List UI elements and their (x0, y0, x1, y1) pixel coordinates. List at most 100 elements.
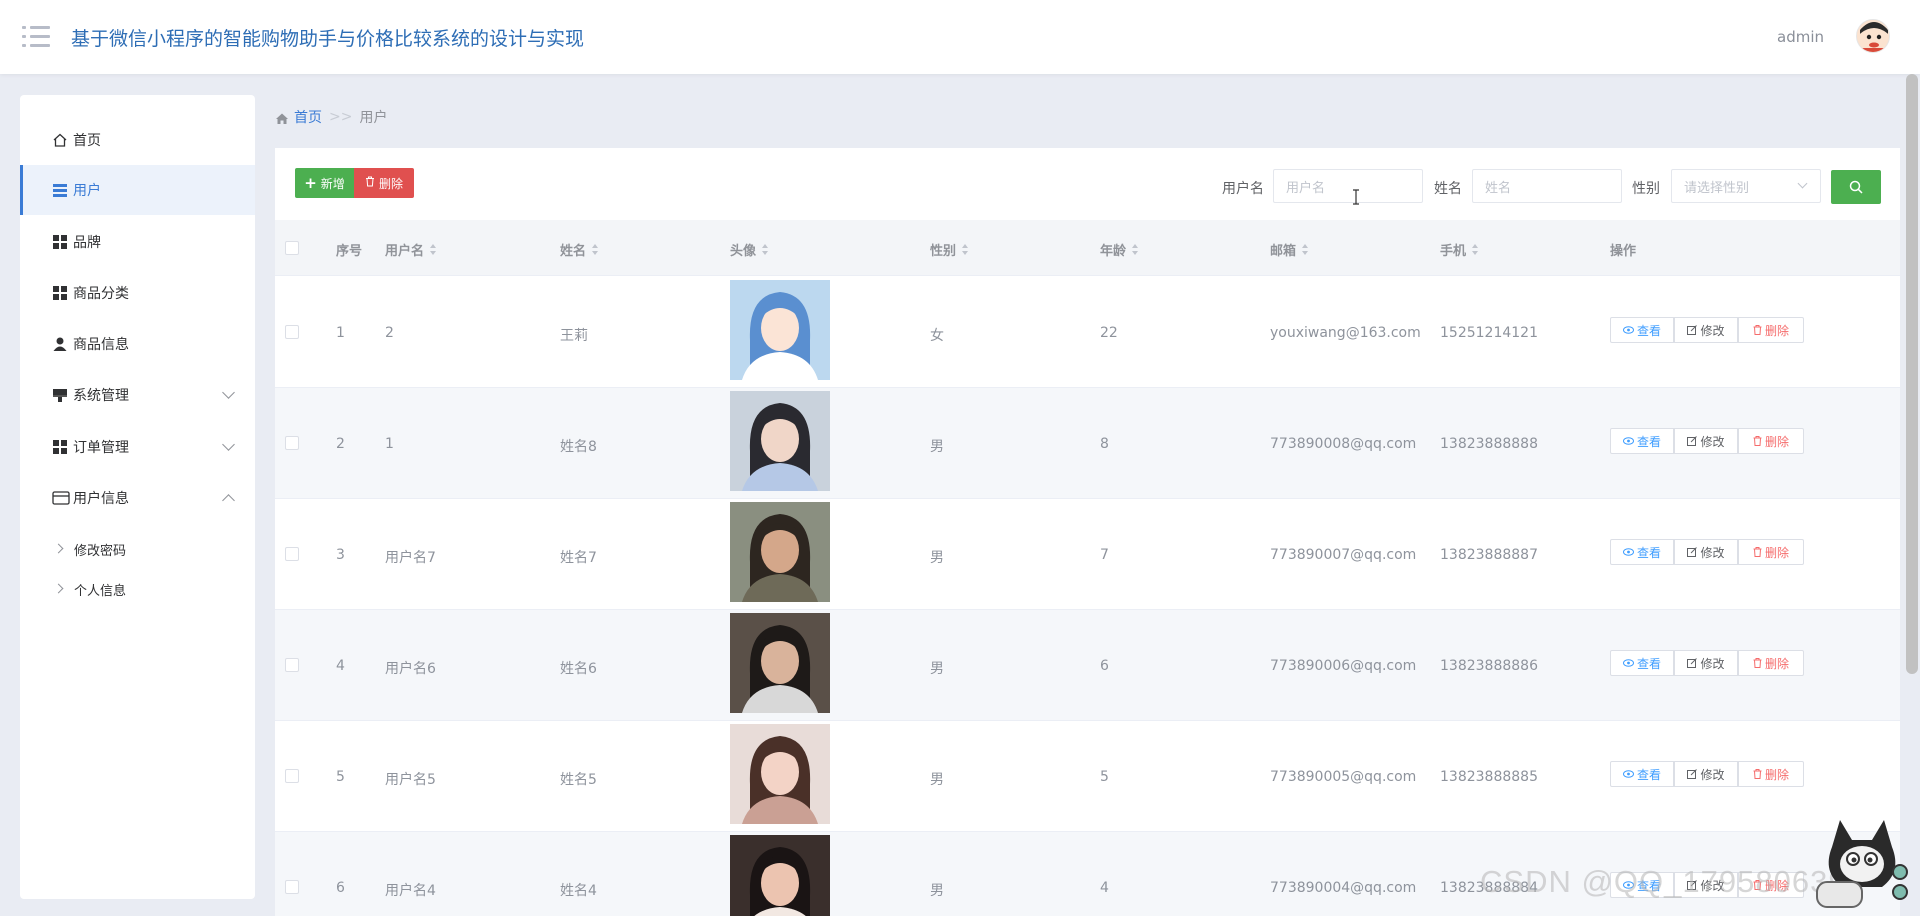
chevron-right-icon (53, 543, 64, 554)
view-button[interactable]: 查看 (1610, 761, 1674, 787)
user-avatar-image[interactable] (730, 835, 830, 916)
view-button-label: 查看 (1636, 656, 1661, 671)
column-header-email[interactable]: 邮箱 (1270, 240, 1309, 259)
edit-button[interactable]: 修改 (1674, 317, 1738, 343)
sidebar-item-orders[interactable]: 订单管理 (20, 422, 255, 472)
delete-button[interactable]: 删除 (1738, 428, 1804, 454)
cell-phone: 13823888887 (1440, 547, 1538, 563)
edit-button-label: 修改 (1700, 767, 1725, 782)
sidebar-item-products[interactable]: 商品信息 (20, 319, 255, 369)
column-header-index: 序号 (336, 244, 363, 259)
cell-name: 姓名5 (560, 772, 597, 788)
table-row[interactable]: 1 2 王莉 女 22 youxiwang@163.com 15251214121 查看 修改 删… (275, 277, 1900, 388)
sidebar-item-label: 商品分类 (73, 286, 129, 302)
sort-icon[interactable] (1302, 243, 1309, 256)
sidebar-item-categories[interactable]: 商品分类 (20, 268, 255, 318)
column-header-gender[interactable]: 性别 (930, 240, 969, 259)
sidebar-item-brands[interactable]: 品牌 (20, 217, 255, 267)
grid-icon (52, 439, 68, 455)
user-avatar-image[interactable] (730, 502, 830, 602)
table-row[interactable]: 5 用户名5 姓名5 男 5 773890005@qq.com 13823888885 查看 修… (275, 721, 1900, 832)
username-search-label: 用户名 (1222, 181, 1264, 197)
view-button[interactable]: 查看 (1610, 539, 1674, 565)
sidebar-item-home[interactable]: 首页 (20, 115, 255, 165)
sort-icon[interactable] (592, 243, 599, 256)
sort-icon[interactable] (1132, 243, 1139, 256)
chevron-down-icon (222, 386, 235, 399)
view-button[interactable]: 查看 (1610, 650, 1674, 676)
sort-icon[interactable] (430, 243, 437, 256)
delete-button[interactable]: 删除 (1738, 317, 1804, 343)
row-checkbox[interactable] (285, 547, 299, 561)
sort-icon[interactable] (762, 243, 769, 256)
menu-toggle-icon[interactable] (22, 26, 50, 48)
eye-icon (1622, 548, 1634, 556)
cell-gender: 男 (930, 439, 944, 455)
home-icon (276, 112, 288, 124)
page-scrollbar[interactable] (1906, 74, 1918, 674)
table-row[interactable]: 2 1 姓名8 男 8 773890008@qq.com 13823888888 查看 修改 删除 (275, 388, 1900, 499)
search-button[interactable] (1831, 170, 1881, 204)
row-checkbox[interactable] (285, 436, 299, 450)
user-avatar-image[interactable] (730, 613, 830, 713)
eye-icon (1622, 326, 1634, 334)
table-row[interactable]: 3 用户名7 姓名7 男 7 773890007@qq.com 13823888887 查看 修… (275, 499, 1900, 610)
user-avatar-image[interactable] (730, 391, 830, 491)
select-all-checkbox[interactable] (285, 241, 299, 255)
column-header-age[interactable]: 年龄 (1100, 240, 1139, 259)
column-header-avatar[interactable]: 头像 (730, 240, 769, 259)
avatar[interactable] (1856, 19, 1890, 53)
view-button[interactable]: 查看 (1610, 317, 1674, 343)
row-checkbox[interactable] (285, 769, 299, 783)
row-checkbox[interactable] (285, 658, 299, 672)
table-header: 序号 用户名 姓名 头像 性别 年龄 邮箱 手机 操作 (275, 220, 1900, 276)
sidebar-subitem-change-password[interactable]: 修改密码 (20, 531, 255, 567)
delete-button[interactable]: 删除 (1738, 761, 1804, 787)
user-icon (52, 336, 68, 352)
trash-icon (1753, 658, 1762, 668)
username-label[interactable]: admin (1777, 28, 1824, 46)
edit-button[interactable]: 修改 (1674, 539, 1738, 565)
edit-button-label: 修改 (1700, 323, 1725, 338)
sidebar-subitem-profile[interactable]: 个人信息 (20, 571, 255, 607)
cell-email: 773890008@qq.com (1270, 436, 1417, 452)
sidebar-item-users[interactable]: 用户 (20, 165, 255, 215)
name-search-input[interactable]: 姓名 (1472, 169, 1622, 203)
gender-select[interactable]: 请选择性别 (1671, 169, 1821, 203)
column-header-phone[interactable]: 手机 (1440, 240, 1479, 259)
batch-delete-button[interactable]: 删除 (354, 168, 414, 198)
column-header-actions: 操作 (1610, 244, 1637, 259)
sidebar-item-userinfo[interactable]: 用户信息 (20, 473, 255, 523)
trash-icon (1753, 325, 1762, 335)
view-button[interactable]: 查看 (1610, 428, 1674, 454)
cell-gender: 男 (930, 550, 944, 566)
breadcrumb-home-link[interactable]: 首页 (294, 107, 322, 127)
edit-button[interactable]: 修改 (1674, 428, 1738, 454)
cell-index: 2 (336, 436, 345, 452)
sidebar-item-label: 系统管理 (73, 388, 129, 404)
cell-age: 8 (1100, 436, 1109, 452)
edit-button[interactable]: 修改 (1674, 761, 1738, 787)
column-header-name[interactable]: 姓名 (560, 240, 599, 259)
delete-button[interactable]: 删除 (1738, 539, 1804, 565)
add-button[interactable]: + 新增 (295, 168, 354, 198)
column-header-username[interactable]: 用户名 (385, 240, 437, 259)
edit-icon (1687, 325, 1698, 335)
edit-button[interactable]: 修改 (1674, 650, 1738, 676)
cell-name: 姓名8 (560, 439, 597, 455)
delete-button-label: 删除 (1764, 323, 1789, 338)
row-checkbox[interactable] (285, 880, 299, 894)
user-avatar-image[interactable] (730, 280, 830, 380)
cell-gender: 女 (930, 328, 944, 344)
sidebar-item-system[interactable]: 系统管理 (20, 370, 255, 420)
row-checkbox[interactable] (285, 325, 299, 339)
table-row[interactable]: 4 用户名6 姓名6 男 6 773890006@qq.com 13823888886 查看 修… (275, 610, 1900, 721)
user-avatar-image[interactable] (730, 724, 830, 824)
sort-icon[interactable] (1472, 243, 1479, 256)
username-search-input[interactable]: 用户名 (1273, 169, 1423, 203)
cell-email: 773890007@qq.com (1270, 547, 1417, 563)
sidebar-subitem-label: 修改密码 (74, 543, 127, 559)
delete-button[interactable]: 删除 (1738, 650, 1804, 676)
sort-icon[interactable] (962, 243, 969, 256)
trash-icon (1753, 769, 1762, 779)
